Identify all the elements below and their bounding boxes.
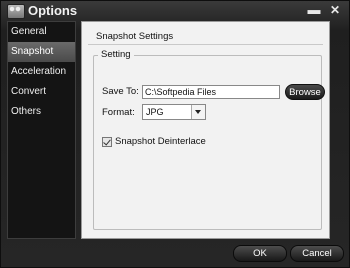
close-icon[interactable]: ✕	[327, 2, 343, 18]
sidebar-item-snapshot[interactable]: Snapshot	[8, 42, 75, 62]
panel-title: Snapshot Settings	[96, 31, 174, 42]
format-selected-value: JPG	[146, 107, 164, 117]
deinterlace-label[interactable]: Snapshot Deinterlace	[115, 136, 206, 147]
sidebar-item-acceleration[interactable]: Acceleration	[8, 62, 75, 82]
chevron-down-icon[interactable]	[191, 105, 205, 119]
format-select[interactable]: JPG	[142, 104, 206, 120]
minimize-icon[interactable]: ▬	[306, 2, 322, 18]
window-title: Options	[28, 3, 78, 18]
sidebar: General Snapshot Acceleration Convert Ot…	[7, 21, 76, 239]
sidebar-item-general[interactable]: General	[8, 22, 75, 42]
save-to-label: Save To:	[102, 86, 139, 97]
deinterlace-checkbox[interactable]	[102, 137, 112, 147]
title-bar[interactable]: Options ▬ ✕	[1, 1, 349, 21]
options-window: Options ▬ ✕ General Snapshot Acceleratio…	[0, 0, 350, 268]
group-title: Setting	[98, 49, 134, 60]
sidebar-item-convert[interactable]: Convert	[8, 82, 75, 102]
cancel-button[interactable]: Cancel	[290, 245, 344, 262]
settings-panel: Snapshot Settings Setting Save To: Brows…	[81, 21, 330, 239]
ok-button[interactable]: OK	[233, 245, 287, 262]
browse-button[interactable]: Browse	[285, 84, 325, 100]
sidebar-item-others[interactable]: Others	[8, 102, 75, 122]
app-icon	[7, 4, 25, 19]
format-label: Format:	[102, 107, 135, 118]
title-divider	[88, 44, 323, 45]
save-path-field[interactable]	[142, 85, 280, 99]
